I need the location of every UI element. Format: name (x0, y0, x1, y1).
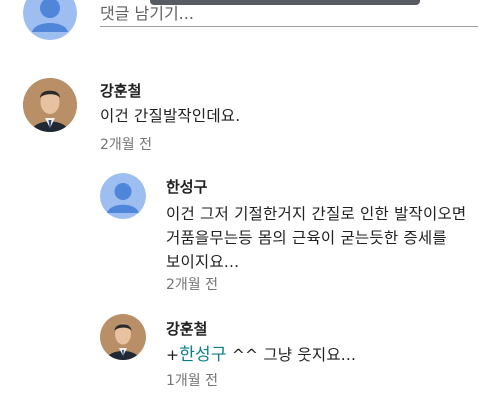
reply-input[interactable] (100, 0, 478, 27)
comment-author[interactable]: 한성구 (166, 176, 207, 197)
profile-photo-icon[interactable] (23, 78, 77, 132)
comment-author[interactable]: 강훈철 (166, 318, 207, 339)
profile-photo-icon[interactable] (100, 314, 146, 360)
default-avatar-icon (23, 0, 77, 40)
comment-thread: 강훈철 이건 간질발작인데요. 2개월 전 한성구 이건 그저 기절한거지 간질… (0, 0, 500, 402)
mention-prefix: + (166, 346, 180, 364)
mention-link[interactable]: 한성구 (179, 345, 227, 365)
comment-timestamp[interactable]: 2개월 전 (166, 274, 218, 294)
comment-text-line: 보이지요... (166, 253, 240, 271)
comment-text: 이건 그저 기절한거지 간질로 인한 발작이오면 거품을무는등 몸의 근육이 굳… (166, 202, 466, 274)
comment-text-line: 거품을무는등 몸의 근육이 굳는듯한 증세를 (166, 229, 447, 247)
comment-author[interactable]: 강훈철 (100, 80, 141, 101)
comment-timestamp[interactable]: 1개월 전 (166, 370, 218, 390)
comment-text: +한성구 ^^ 그냥 웃지요... (166, 343, 356, 367)
comment-text-rest: ^^ 그냥 웃지요... (226, 346, 357, 364)
comment-text: 이건 간질발작인데요. (100, 107, 241, 125)
default-avatar-icon[interactable] (100, 173, 146, 219)
comment-text-line: 이건 그저 기절한거지 간질로 인한 발작이오면 (166, 205, 467, 223)
comment-timestamp[interactable]: 2개월 전 (100, 134, 152, 154)
